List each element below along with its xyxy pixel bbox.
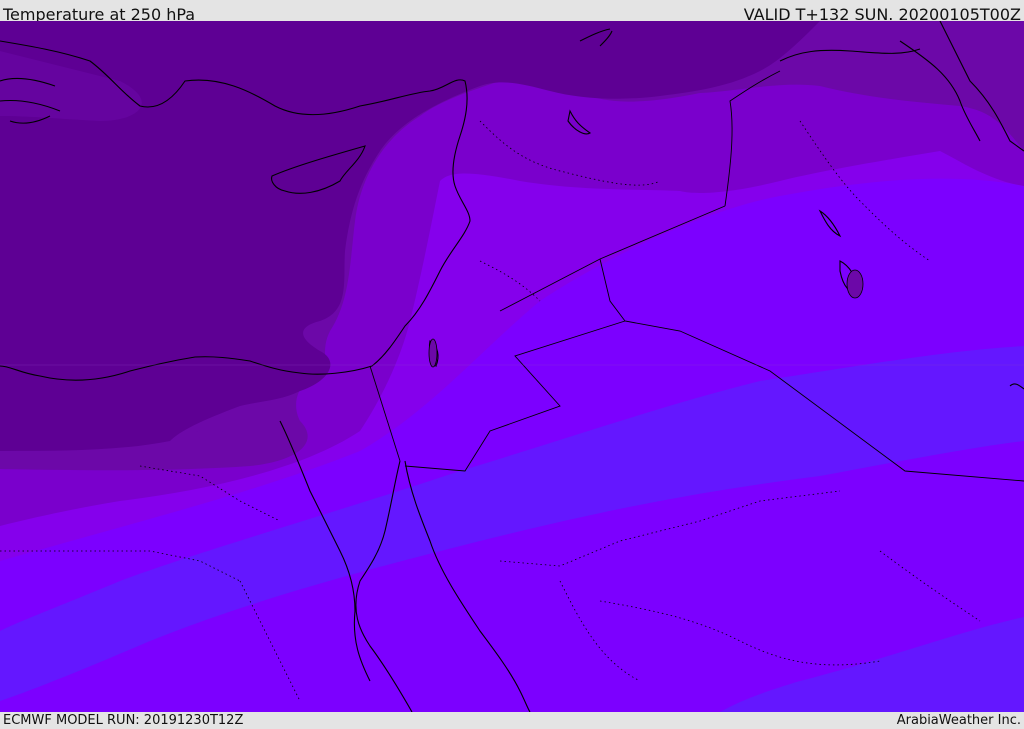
header-bar: Temperature at 250 hPa VALID T+132 SUN. … [0,0,1024,24]
lake [846,269,864,299]
dead-sea [428,338,438,368]
credit: ArabiaWeather Inc. [896,713,1021,728]
footer-bar: ECMWF MODEL RUN: 20191230T12Z ArabiaWeat… [0,712,1024,729]
lake [195,429,225,439]
model-run: ECMWF MODEL RUN: 20191230T12Z [3,713,244,728]
map-canvas [0,21,1024,712]
weather-map [0,21,1024,712]
